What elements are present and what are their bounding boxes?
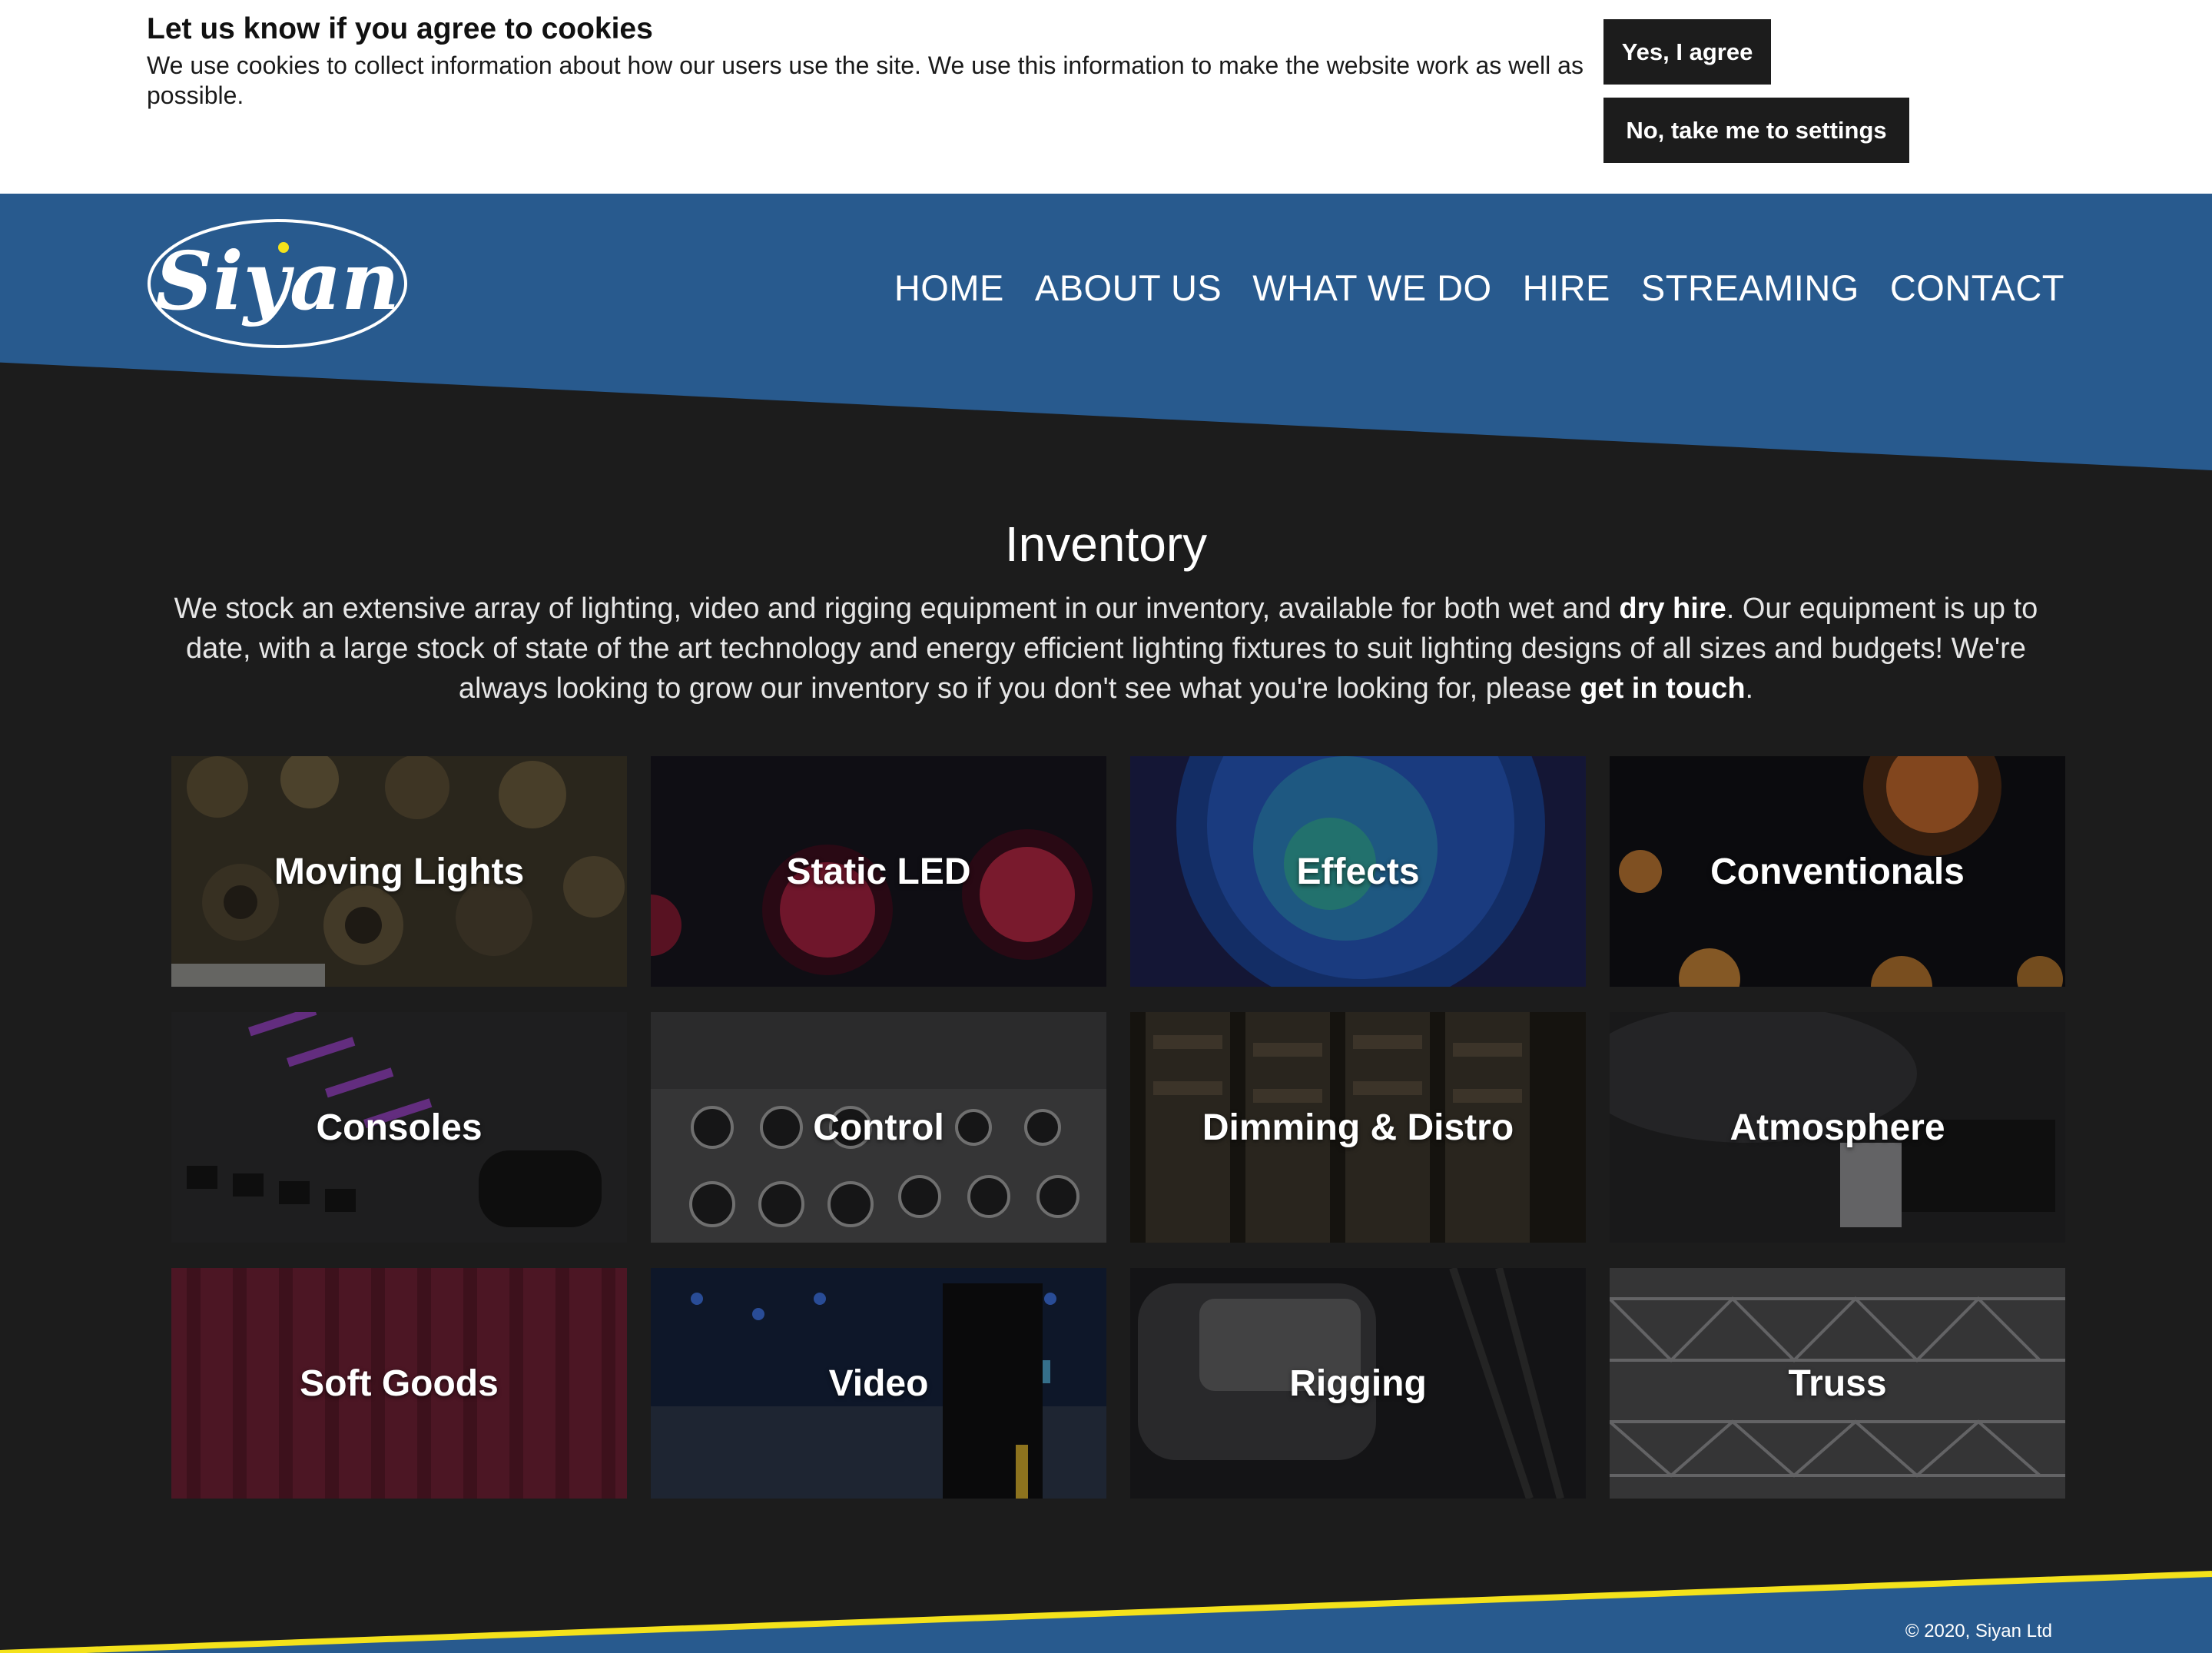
tile-consoles[interactable]: Consoles [171, 1012, 627, 1243]
tile-control[interactable]: Control [651, 1012, 1106, 1243]
site-logo[interactable]: Siyan [147, 218, 408, 349]
tile-static-led[interactable]: Static LED [651, 756, 1106, 987]
agree-cookies-button[interactable]: Yes, I agree [1603, 19, 1771, 85]
main-nav: HOME ABOUT US WHAT WE DO HIRE STREAMING … [894, 265, 2064, 311]
tile-conventionals[interactable]: Conventionals [1610, 756, 2065, 987]
page-title: Inventory [1004, 516, 1208, 572]
cookie-banner: Let us know if you agree to cookies We u… [0, 0, 2212, 194]
nav-about-us[interactable]: ABOUT US [1035, 265, 1222, 311]
tile-label: Atmosphere [1729, 1107, 1945, 1148]
nav-contact[interactable]: CONTACT [1890, 265, 2064, 311]
nav-what-we-do[interactable]: WHAT WE DO [1252, 265, 1491, 311]
siyan-logo-icon: Siyan [148, 219, 407, 348]
tile-label: Truss [1788, 1363, 1887, 1404]
tile-dimming-distro[interactable]: Dimming & Distro [1130, 1012, 1586, 1243]
nav-home[interactable]: HOME [894, 265, 1004, 311]
intro-text-3: . [1745, 672, 1754, 705]
tile-rigging[interactable]: Rigging [1130, 1268, 1586, 1499]
tile-label: Moving Lights [274, 851, 525, 892]
tile-label: Rigging [1289, 1363, 1427, 1404]
tile-label: Static LED [786, 851, 971, 892]
tile-truss[interactable]: Truss [1610, 1268, 2065, 1499]
dry-hire-link[interactable]: dry hire [1619, 592, 1726, 625]
intro-text-1: We stock an extensive array of lighting,… [174, 592, 1620, 625]
copyright-text: © 2020, Siyan Ltd [1905, 1621, 2052, 1641]
site-footer: © 2020, Siyan Ltd [0, 1568, 2212, 1653]
tile-label: Conventionals [1710, 851, 1965, 892]
cookie-settings-button[interactable]: No, take me to settings [1603, 98, 1909, 163]
tile-label: Soft Goods [300, 1363, 499, 1404]
tile-moving-lights[interactable]: Moving Lights [171, 756, 627, 987]
inventory-grid: Moving Lights Static LED Effects Convent… [171, 756, 2065, 1499]
cookie-title: Let us know if you agree to cookies [147, 12, 653, 45]
intro-paragraph: We stock an extensive array of lighting,… [138, 589, 2074, 709]
nav-streaming[interactable]: STREAMING [1641, 265, 1859, 311]
tile-label: Effects [1296, 851, 1420, 892]
get-in-touch-link[interactable]: get in touch [1580, 672, 1745, 705]
tile-label: Video [828, 1363, 929, 1404]
tile-atmosphere[interactable]: Atmosphere [1610, 1012, 2065, 1243]
svg-text:Siyan: Siyan [155, 234, 400, 328]
tile-soft-goods[interactable]: Soft Goods [171, 1268, 627, 1499]
tile-video[interactable]: Video [651, 1268, 1106, 1499]
tile-effects[interactable]: Effects [1130, 756, 1586, 987]
footer-band-shape [0, 1571, 2212, 1653]
tile-label: Consoles [316, 1107, 483, 1148]
tile-label: Dimming & Distro [1202, 1107, 1514, 1148]
tile-label: Control [813, 1107, 944, 1148]
cookie-description: We use cookies to collect information ab… [147, 51, 1584, 109]
nav-hire[interactable]: HIRE [1523, 265, 1610, 311]
